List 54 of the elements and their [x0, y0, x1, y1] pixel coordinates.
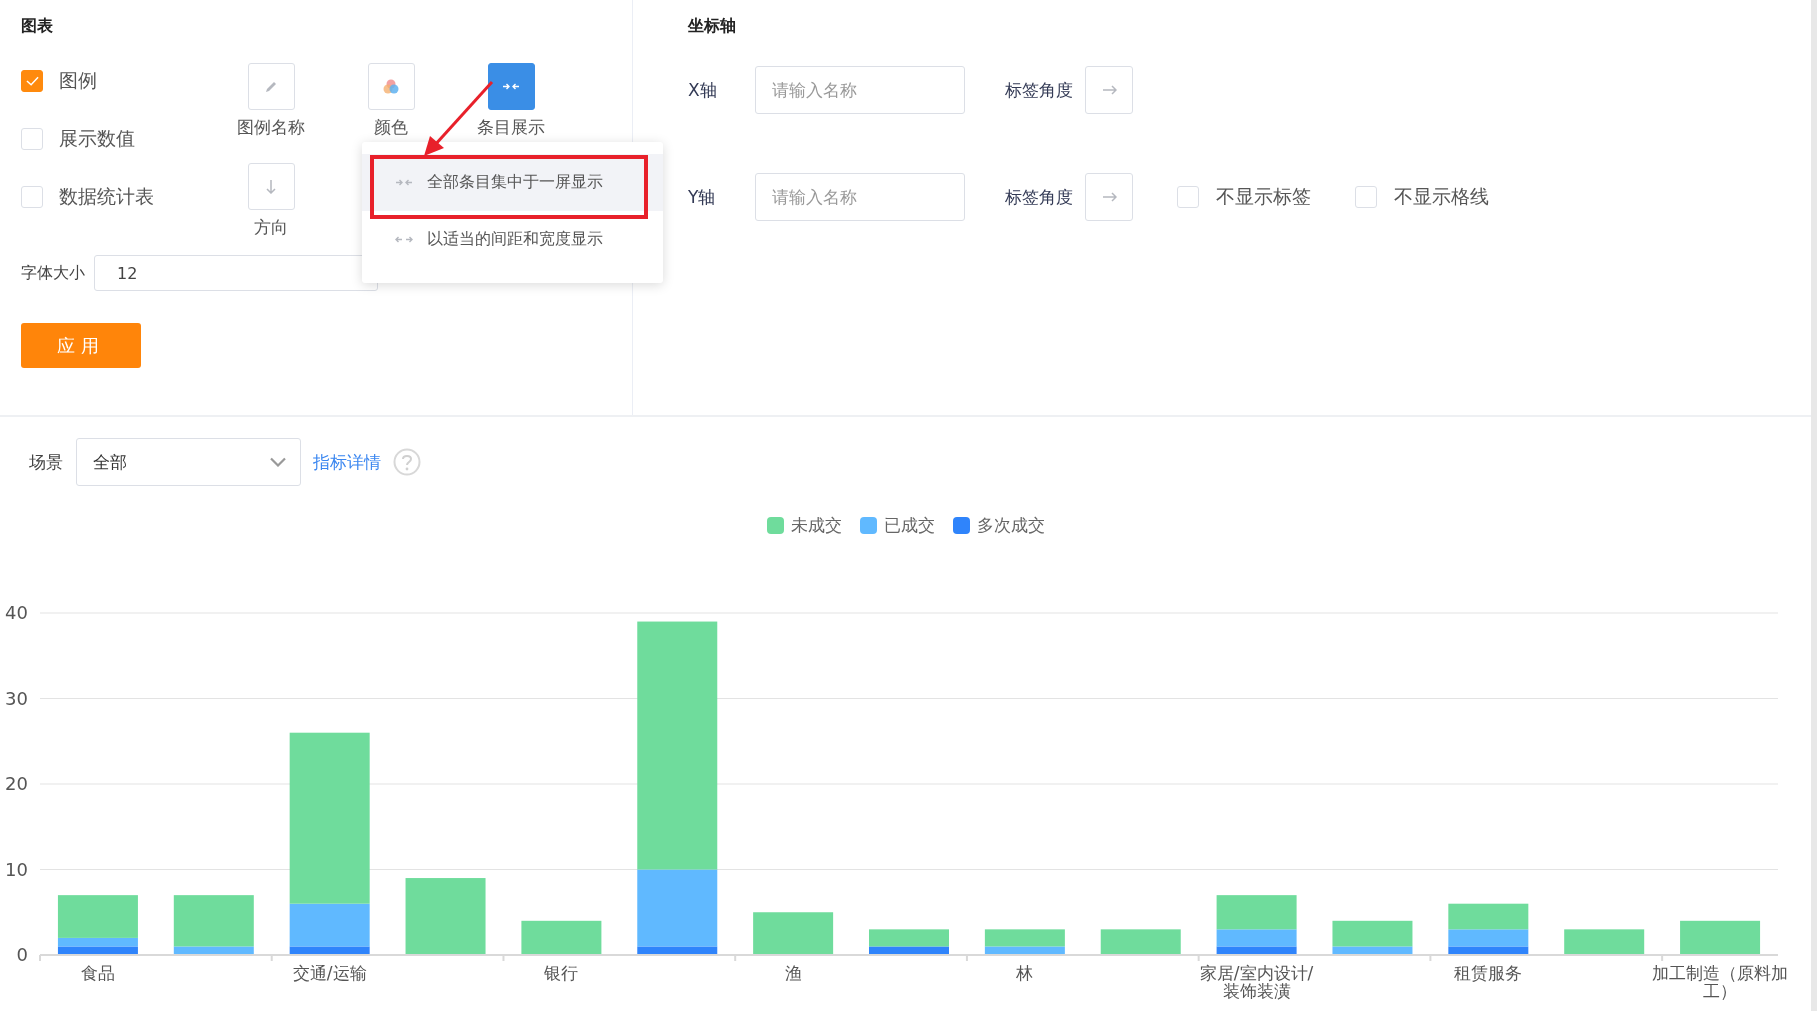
right-arrow-icon [1101, 192, 1117, 202]
tool-label: 条目展示 [477, 116, 545, 139]
tool-label: 图例名称 [237, 116, 305, 139]
axis-tick-label: 40 [5, 602, 28, 623]
axis-tick-label: 林 [1016, 963, 1034, 983]
axis-tick-label: 租赁服务 [1454, 963, 1523, 983]
checkbox-label: 数据统计表 [59, 184, 154, 209]
help-icon[interactable] [393, 448, 421, 476]
axis-tick-label: 银行 [544, 963, 579, 983]
right-arrow-icon [1101, 85, 1117, 95]
axis-tick-label: 交通/运输 [292, 963, 367, 983]
field-label: 标签角度 [1005, 78, 1073, 102]
checkbox-label: 图例 [59, 68, 97, 93]
font-size-select[interactable]: 12 [94, 255, 378, 291]
tool-label: 颜色 [374, 116, 408, 139]
legend-label: 已成交 [883, 514, 935, 537]
checkbox-label: 不显示格线 [1394, 184, 1489, 209]
pencil-icon [265, 80, 277, 93]
axis-tick-label: 10 [5, 858, 28, 880]
axis-name-field[interactable]: 请输入名称 [755, 66, 965, 114]
down-arrow-icon [266, 179, 276, 194]
field-label: 字体大小 [21, 262, 85, 284]
axis-name-field[interactable]: 请输入名称 [755, 173, 965, 221]
check-icon [25, 76, 39, 86]
arrows-inward-icon [502, 83, 520, 90]
axis-tick-label: 食品 [80, 963, 115, 983]
color-circles-icon [383, 79, 399, 94]
angle-button[interactable] [1085, 173, 1133, 221]
field-label: 标签角度 [1005, 185, 1073, 209]
angle-button[interactable] [1085, 66, 1133, 114]
axis-tick-label: 0 [16, 944, 28, 965]
axis-tick-label: 家居/室内设计/装饰装潢 [1199, 963, 1314, 1001]
tool-button[interactable] [487, 63, 535, 110]
chevron-down-icon [270, 457, 286, 467]
legend-label: 多次成交 [976, 514, 1045, 537]
arrows-inward-icon [395, 179, 413, 186]
checkbox[interactable] [21, 70, 43, 92]
axis-label: X轴 [688, 78, 718, 102]
checkbox-label: 不显示标签 [1216, 184, 1311, 209]
details-link[interactable]: 指标详情 [313, 450, 381, 474]
tool-label: 方向 [254, 216, 288, 239]
scene-select[interactable]: 全部 [76, 438, 301, 486]
field-label: 场景 [29, 450, 63, 474]
checkbox-label: 展示数值 [59, 126, 135, 151]
arrows-outward-icon [395, 236, 413, 243]
axis-tick-label: 20 [5, 773, 28, 794]
menu-item[interactable]: 全部条目集中于一屏显示 [362, 154, 663, 211]
axis-label: Y轴 [688, 185, 717, 209]
legend-label: 未成交 [790, 514, 842, 537]
axis-tick-label: 30 [5, 687, 28, 709]
section-title: 图表 [21, 16, 53, 37]
axis-tick-label: 加工制造（原料加工） [1652, 963, 1789, 1001]
axis-tick-label: 渔 [784, 963, 802, 983]
section-title: 坐标轴 [688, 16, 736, 37]
